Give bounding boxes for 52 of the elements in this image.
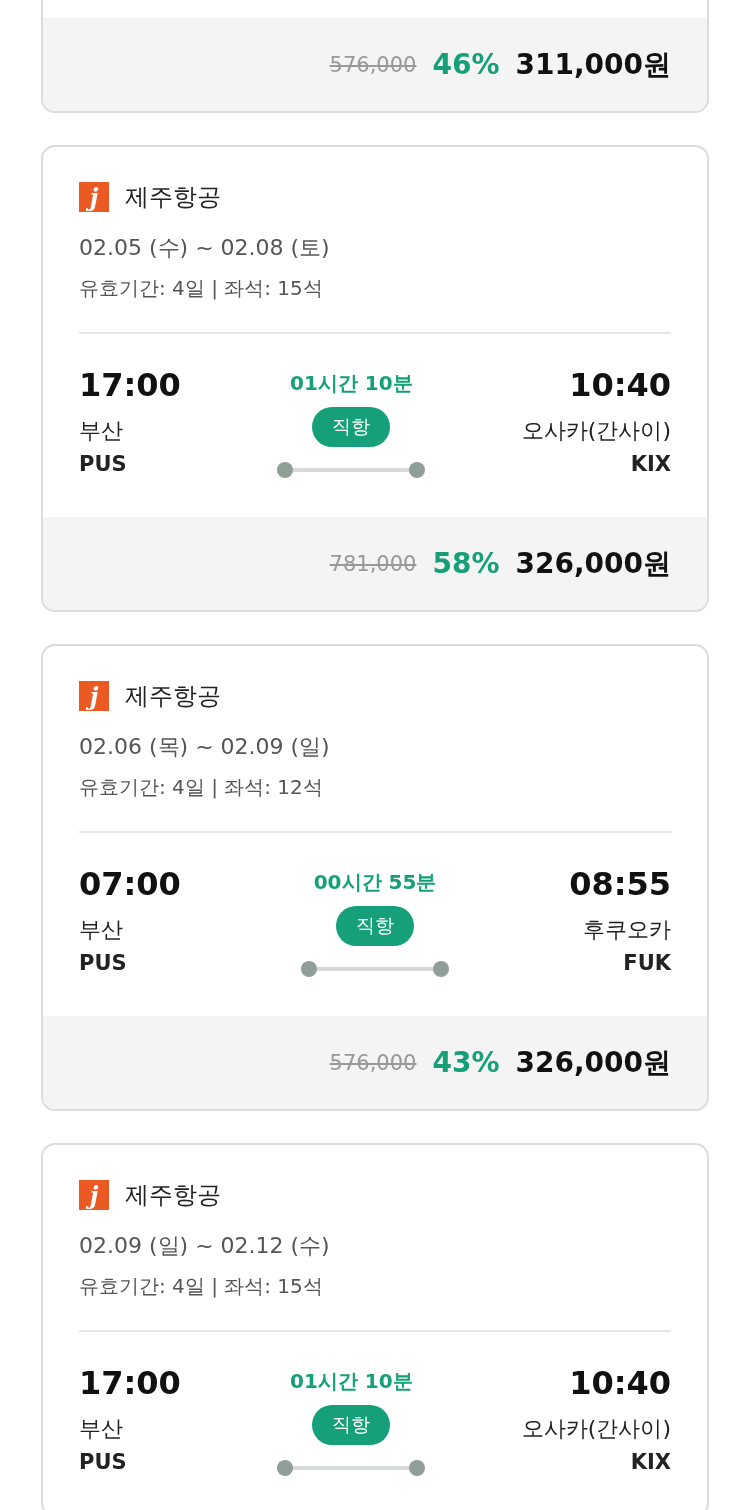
final-price: 326,000원 <box>515 545 671 582</box>
airline-name: 제주항공 <box>125 1180 221 1211</box>
departure-city: 부산 <box>79 1415 123 1443</box>
travel-dates: 02.05 (수) ~ 02.08 (토) <box>79 234 331 262</box>
final-price: 326,000원 <box>515 1044 671 1081</box>
discount-rate: 46% <box>432 48 500 81</box>
route-line-icon <box>277 1459 426 1477</box>
original-price: 576,000 <box>329 52 417 77</box>
flight-duration: 01시간 10분 <box>290 1368 413 1395</box>
original-price: 576,000 <box>329 1050 417 1075</box>
flight-duration: 01시간 10분 <box>290 370 413 397</box>
flight-card[interactable]: j 제주항공 02.09 (일) ~ 02.12 (수) 유효기간: 4일 | 좌석: 15석 17:00 부산 PUS 01시간 10분 직항 10:40 오사카(간사이) KIX <box>41 1143 709 1510</box>
validity-seats: 유효기간: 4일 | 좌석: 12석 <box>79 774 671 801</box>
departure-code: PUS <box>79 452 127 476</box>
discount-rate: 43% <box>432 1046 500 1079</box>
departure-code: PUS <box>79 951 127 975</box>
airline-logo: j <box>79 1180 109 1210</box>
airline-name: 제주항공 <box>125 182 221 213</box>
departure-code: PUS <box>79 1450 127 1474</box>
flight-duration: 00시간 55분 <box>313 869 437 896</box>
final-price: 311,000원 <box>515 46 671 83</box>
flight-card[interactable]: j 제주항공 02.06 (목) ~ 02.09 (일) 유효기간: 4일 | 좌석: 12석 07:00 부산 PUS 00시간 55분 직항 08:55 후쿠오카 FUK 576,000 43% 326,000원 <box>41 644 709 1111</box>
travel-dates: 02.06 (목) ~ 02.09 (일) <box>79 733 331 761</box>
airline-logo: j <box>79 681 109 711</box>
route-line-icon <box>301 960 449 978</box>
direct-badge: 직항 <box>312 407 391 447</box>
flight-card[interactable]: 576,000 46% 311,000원 <box>41 0 709 113</box>
departure-city: 부산 <box>79 417 123 445</box>
arrival-city: 후쿠오카 <box>583 916 671 944</box>
arrival-code: KIX <box>630 452 671 476</box>
arrival-code: KIX <box>630 1450 671 1474</box>
airline-name: 제주항공 <box>125 681 221 712</box>
departure-time: 07:00 <box>79 865 181 903</box>
original-price: 781,000 <box>329 551 417 576</box>
route-line-icon <box>277 461 426 479</box>
discount-rate: 58% <box>432 547 500 580</box>
arrival-city: 오사카(간사이) <box>521 1415 671 1443</box>
arrival-city: 오사카(간사이) <box>521 417 671 445</box>
arrival-time: 08:55 <box>569 865 671 903</box>
flight-card[interactable]: j 제주항공 02.05 (수) ~ 02.08 (토) 유효기간: 4일 | 좌석: 15석 17:00 부산 PUS 01시간 10분 직항 10:40 오사카(간사이) KIX 781,000 58% 326,000원 <box>41 145 709 612</box>
travel-dates: 02.09 (일) ~ 02.12 (수) <box>79 1232 331 1260</box>
arrival-code: FUK <box>623 951 671 975</box>
direct-badge: 직항 <box>312 1405 391 1445</box>
validity-seats: 유효기간: 4일 | 좌석: 15석 <box>79 275 671 302</box>
arrival-time: 10:40 <box>569 366 671 404</box>
validity-seats: 유효기간: 4일 | 좌석: 15석 <box>79 1273 671 1300</box>
arrival-time: 10:40 <box>569 1364 671 1402</box>
departure-time: 17:00 <box>79 366 181 404</box>
departure-time: 17:00 <box>79 1364 181 1402</box>
departure-city: 부산 <box>79 916 123 944</box>
direct-badge: 직항 <box>336 906 414 946</box>
airline-logo: j <box>79 182 109 212</box>
